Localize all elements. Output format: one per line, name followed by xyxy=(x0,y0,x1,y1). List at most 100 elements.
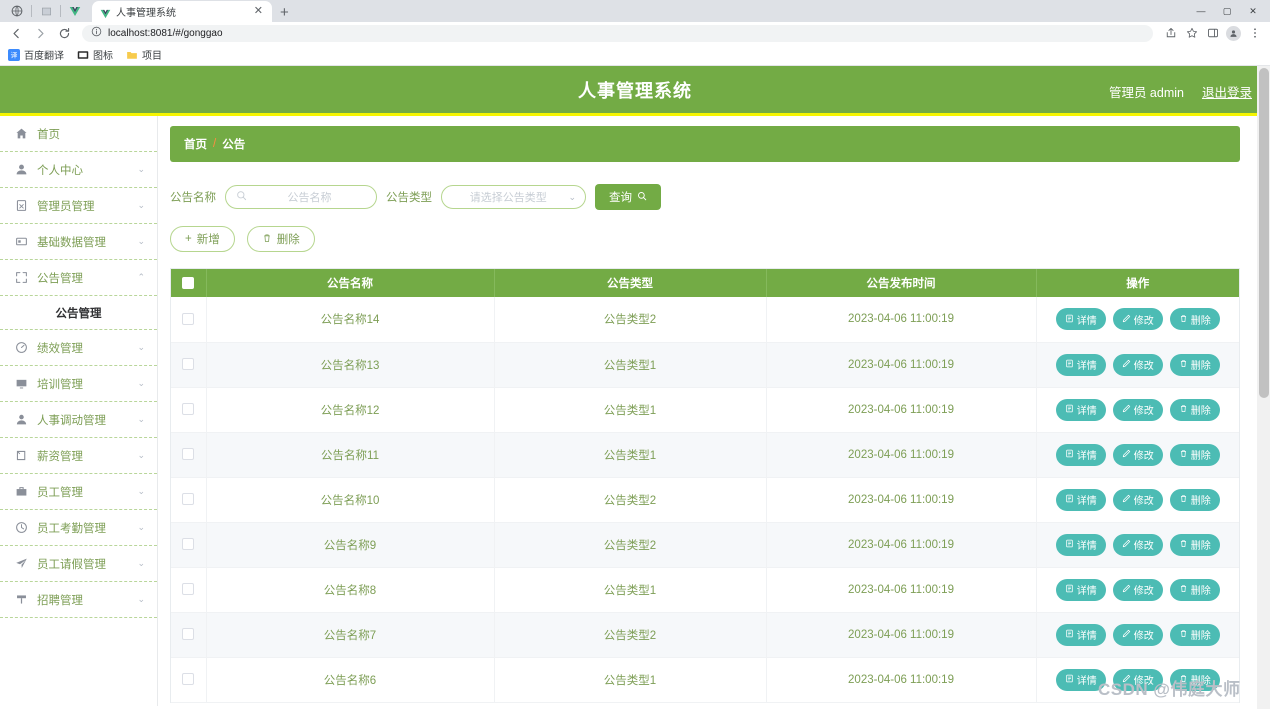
sidebar-item-attendance[interactable]: 员工考勤管理 ⌄ xyxy=(0,510,157,546)
select-all-header[interactable] xyxy=(171,269,206,297)
row-detail-button[interactable]: 详情 xyxy=(1056,444,1106,466)
sidebar-item-admin-manage[interactable]: 管理员管理 ⌄ xyxy=(0,188,157,224)
row-detail-button[interactable]: 详情 xyxy=(1056,489,1106,511)
column-header-time[interactable]: 公告发布时间 xyxy=(766,269,1036,297)
bookmark-item[interactable]: 译 百度翻译 xyxy=(8,47,64,62)
sidebar-item-employee-manage[interactable]: 员工管理 ⌄ xyxy=(0,474,157,510)
row-detail-button[interactable]: 详情 xyxy=(1056,534,1106,556)
row-select-cell[interactable] xyxy=(171,387,206,432)
row-edit-button[interactable]: 修改 xyxy=(1113,534,1163,556)
announcement-name-input[interactable]: 公告名称 xyxy=(225,185,377,209)
sidebar-item-basic-data[interactable]: 基础数据管理 ⌄ xyxy=(0,224,157,260)
sidebar-item-leave[interactable]: 员工请假管理 ⌄ xyxy=(0,546,157,582)
row-select-cell[interactable] xyxy=(171,432,206,477)
sidebar-item-announcement-manage[interactable]: 公告管理 ⌃ xyxy=(0,260,157,296)
scrollbar-thumb[interactable] xyxy=(1259,68,1269,398)
sidebar-item-performance[interactable]: 绩效管理 ⌄ xyxy=(0,330,157,366)
new-tab-button[interactable]: + xyxy=(280,5,289,20)
maximize-button[interactable]: ▢ xyxy=(1214,0,1240,22)
row-edit-button[interactable]: 修改 xyxy=(1113,579,1163,601)
table-row[interactable]: 公告名称10公告类型22023-04-06 11:00:19详情修改删除 xyxy=(171,477,1239,522)
minimize-button[interactable]: — xyxy=(1188,0,1214,22)
announcement-type-select[interactable]: 请选择公告类型 ⌄ xyxy=(441,185,586,209)
row-detail-button[interactable]: 详情 xyxy=(1056,669,1106,691)
column-header-name[interactable]: 公告名称 xyxy=(206,269,494,297)
row-delete-button[interactable]: 删除 xyxy=(1170,308,1220,330)
row-delete-button[interactable]: 删除 xyxy=(1170,399,1220,421)
row-checkbox[interactable] xyxy=(182,403,194,415)
row-edit-button[interactable]: 修改 xyxy=(1113,354,1163,376)
row-delete-button[interactable]: 删除 xyxy=(1170,624,1220,646)
row-edit-button[interactable]: 修改 xyxy=(1113,399,1163,421)
bookmark-item[interactable]: 项目 xyxy=(126,47,162,62)
vertical-scrollbar[interactable] xyxy=(1257,66,1270,709)
row-edit-button[interactable]: 修改 xyxy=(1113,624,1163,646)
bookmark-item[interactable]: 图标 xyxy=(77,47,113,62)
share-icon[interactable] xyxy=(1161,24,1180,43)
select-all-checkbox[interactable] xyxy=(182,277,194,289)
row-select-cell[interactable] xyxy=(171,297,206,342)
breadcrumb-home[interactable]: 首页 xyxy=(184,136,207,152)
row-select-cell[interactable] xyxy=(171,567,206,612)
row-edit-button[interactable]: 修改 xyxy=(1113,669,1163,691)
table-row[interactable]: 公告名称11公告类型12023-04-06 11:00:19详情修改删除 xyxy=(171,432,1239,477)
tab-close-icon[interactable]: ✕ xyxy=(252,6,265,17)
site-info-icon[interactable] xyxy=(91,24,102,42)
menu-icon[interactable] xyxy=(1245,24,1264,43)
row-delete-button[interactable]: 删除 xyxy=(1170,534,1220,556)
row-edit-button[interactable]: 修改 xyxy=(1113,444,1163,466)
query-button[interactable]: 查询 xyxy=(595,184,661,210)
sidebar-item-training[interactable]: 培训管理 ⌄ xyxy=(0,366,157,402)
profile-icon[interactable] xyxy=(1224,24,1243,43)
add-button[interactable]: + 新增 xyxy=(170,226,235,252)
close-window-button[interactable]: ✕ xyxy=(1240,0,1266,22)
row-select-cell[interactable] xyxy=(171,612,206,657)
star-icon[interactable] xyxy=(1182,24,1201,43)
logout-link[interactable]: 退出登录 xyxy=(1202,82,1252,101)
browser-tab[interactable]: 人事管理系统 ✕ xyxy=(92,1,272,22)
row-select-cell[interactable] xyxy=(171,522,206,567)
back-icon[interactable] xyxy=(6,23,26,43)
window-icon[interactable] xyxy=(35,1,57,21)
row-detail-button[interactable]: 详情 xyxy=(1056,624,1106,646)
sidebar-item-salary[interactable]: 薪资管理 ⌄ xyxy=(0,438,157,474)
table-row[interactable]: 公告名称12公告类型12023-04-06 11:00:19详情修改删除 xyxy=(171,387,1239,432)
row-checkbox[interactable] xyxy=(182,493,194,505)
table-row[interactable]: 公告名称14公告类型22023-04-06 11:00:19详情修改删除 xyxy=(171,297,1239,342)
sidepanel-icon[interactable] xyxy=(1203,24,1222,43)
row-detail-button[interactable]: 详情 xyxy=(1056,354,1106,376)
sidebar-item-personnel-transfer[interactable]: 人事调动管理 ⌄ xyxy=(0,402,157,438)
row-delete-button[interactable]: 删除 xyxy=(1170,669,1220,691)
row-checkbox[interactable] xyxy=(182,673,194,685)
row-checkbox[interactable] xyxy=(182,538,194,550)
row-checkbox[interactable] xyxy=(182,358,194,370)
row-delete-button[interactable]: 删除 xyxy=(1170,354,1220,376)
sidebar-subitem-announcement-manage[interactable]: 公告管理 xyxy=(0,296,157,330)
sidebar-item-personal-center[interactable]: 个人中心 ⌄ xyxy=(0,152,157,188)
vue-logo-icon[interactable] xyxy=(64,1,86,21)
table-row[interactable]: 公告名称7公告类型22023-04-06 11:00:19详情修改删除 xyxy=(171,612,1239,657)
table-row[interactable]: 公告名称9公告类型22023-04-06 11:00:19详情修改删除 xyxy=(171,522,1239,567)
row-delete-button[interactable]: 删除 xyxy=(1170,489,1220,511)
row-checkbox[interactable] xyxy=(182,628,194,640)
globe-icon[interactable] xyxy=(6,1,28,21)
row-delete-button[interactable]: 删除 xyxy=(1170,579,1220,601)
table-row[interactable]: 公告名称13公告类型12023-04-06 11:00:19详情修改删除 xyxy=(171,342,1239,387)
table-row[interactable]: 公告名称8公告类型12023-04-06 11:00:19详情修改删除 xyxy=(171,567,1239,612)
row-select-cell[interactable] xyxy=(171,477,206,522)
column-header-type[interactable]: 公告类型 xyxy=(494,269,766,297)
row-checkbox[interactable] xyxy=(182,583,194,595)
table-row[interactable]: 公告名称6公告类型12023-04-06 11:00:19详情修改删除 xyxy=(171,657,1239,702)
row-detail-button[interactable]: 详情 xyxy=(1056,308,1106,330)
row-checkbox[interactable] xyxy=(182,448,194,460)
row-delete-button[interactable]: 删除 xyxy=(1170,444,1220,466)
reload-icon[interactable] xyxy=(54,23,74,43)
sidebar-item-home[interactable]: 首页 xyxy=(0,116,157,152)
row-detail-button[interactable]: 详情 xyxy=(1056,579,1106,601)
row-edit-button[interactable]: 修改 xyxy=(1113,489,1163,511)
row-checkbox[interactable] xyxy=(182,313,194,325)
delete-button[interactable]: 删除 xyxy=(247,226,315,252)
row-edit-button[interactable]: 修改 xyxy=(1113,308,1163,330)
forward-icon[interactable] xyxy=(30,23,50,43)
address-bar[interactable]: localhost:8081/#/gonggao xyxy=(82,25,1153,42)
